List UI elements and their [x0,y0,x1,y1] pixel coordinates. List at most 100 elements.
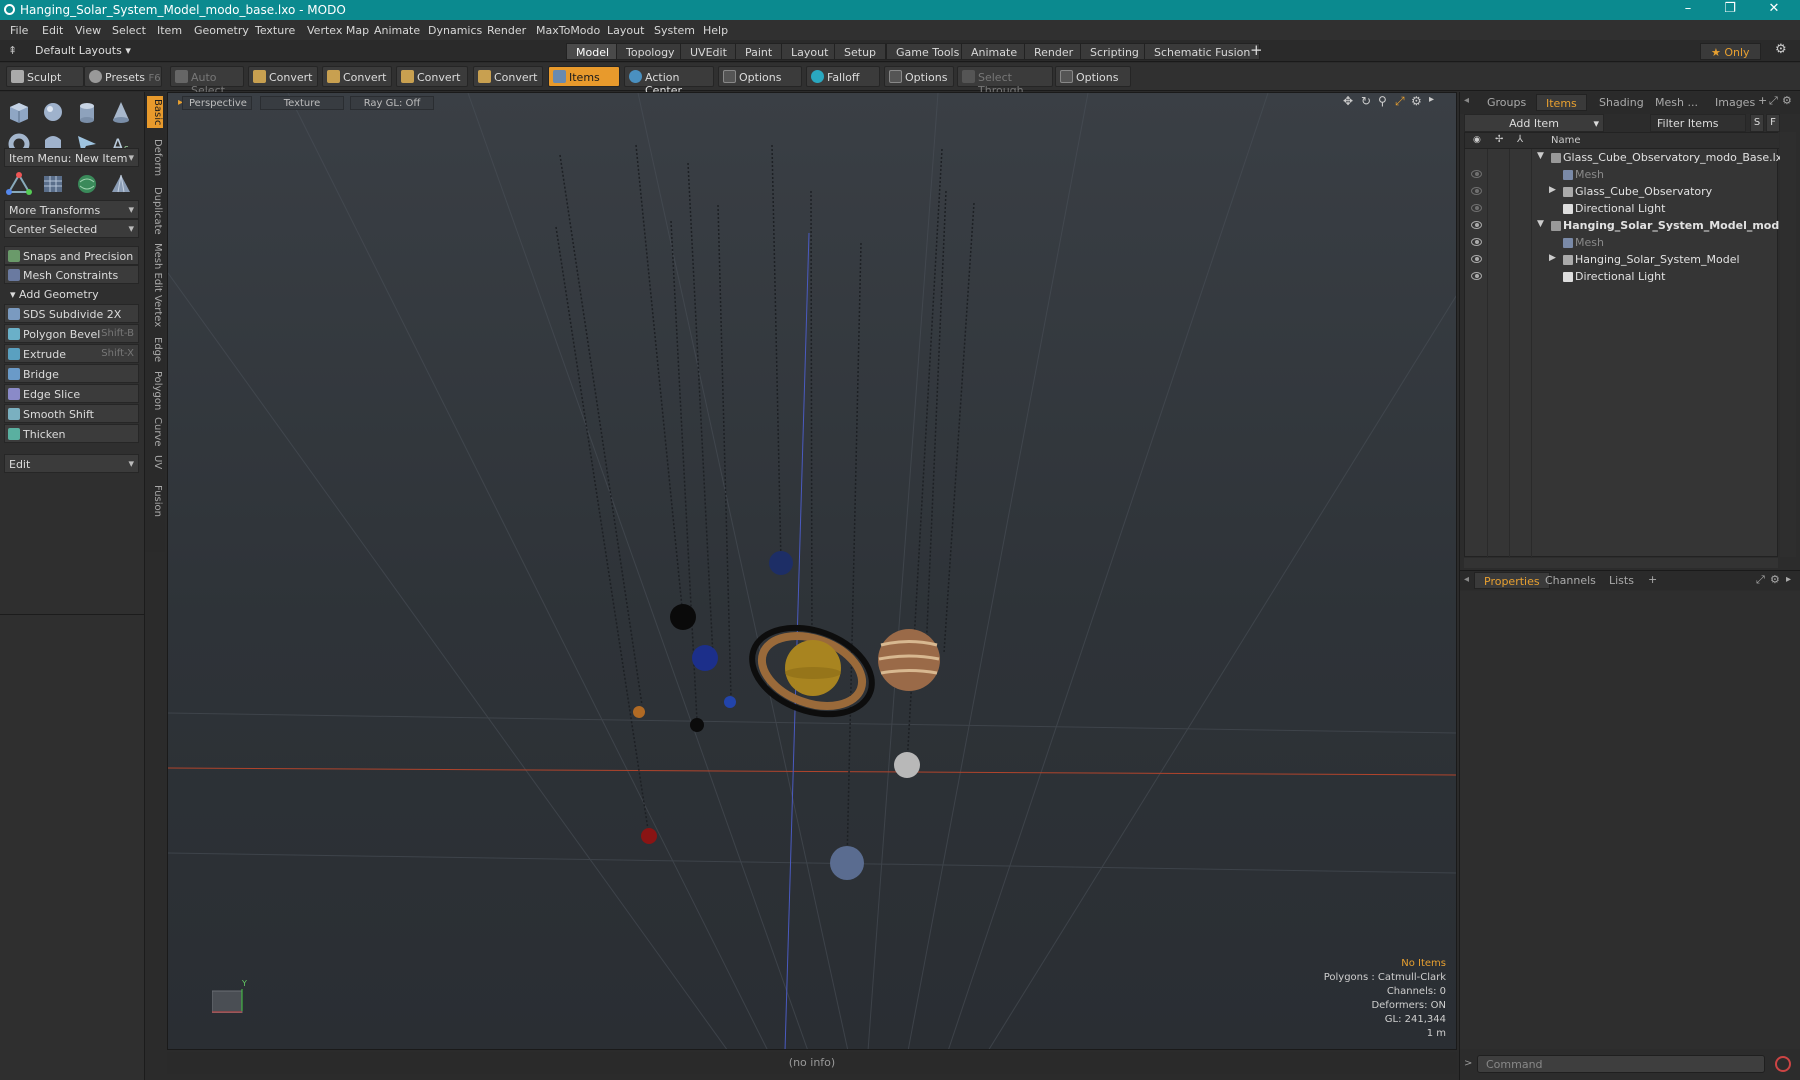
tree-row-scene-hanging-solar-system[interactable]: ▼ Hanging_Solar_System_Model_mod... [1465,218,1792,235]
panel-menu-icon[interactable]: ◂ [1464,574,1469,585]
tree-row-mesh[interactable]: Mesh [1465,235,1779,252]
zoom-icon[interactable]: ⚲ [1378,94,1387,108]
menu-render[interactable]: Render [487,24,526,37]
vtab-deform[interactable]: Deform [147,136,163,179]
panel-more-icon[interactable]: ▸ [1786,574,1791,585]
layout-lock-icon[interactable]: ⇞ [8,44,17,57]
grid-plane-icon[interactable] [38,170,68,198]
tab-model[interactable]: Model [566,43,620,60]
menu-dynamics[interactable]: Dynamics [428,24,482,37]
menu-item[interactable]: Item [157,24,182,37]
visibility-eye-icon[interactable] [1471,255,1482,263]
menu-help[interactable]: Help [703,24,728,37]
pan-icon[interactable]: ✥ [1343,94,1353,108]
sphere-primitive-icon[interactable] [38,98,68,126]
menu-vertex-map[interactable]: Vertex Map [307,24,369,37]
tab-lists[interactable]: Lists [1600,572,1643,589]
cylinder-primitive-icon[interactable] [72,98,102,126]
tab-setup[interactable]: Setup [834,43,887,60]
mesh-constraints-button[interactable]: Mesh Constraints [4,265,139,284]
visibility-eye-icon[interactable] [1471,187,1482,195]
convert-edges-button[interactable]: Convert [322,66,392,87]
saturn-model[interactable] [740,612,884,730]
add-tab-plus-icon[interactable]: + [1648,573,1657,586]
command-input[interactable]: Command [1477,1055,1765,1073]
vtab-fusion[interactable]: Fusion [147,482,163,520]
filter-items-input[interactable]: Filter Items [1650,114,1746,132]
menu-edit[interactable]: Edit [42,24,63,37]
vtab-mesh-edit[interactable]: Mesh Edit [147,240,163,295]
tab-mesh[interactable]: Mesh ... [1646,94,1707,111]
tree-horizontal-scrollbar[interactable] [1464,558,1778,568]
shading-mode-dropdown[interactable]: Texture [260,96,344,110]
expand-panel-icon[interactable]: ⤢ [1756,573,1765,587]
tree-scrollbar[interactable] [1780,132,1796,557]
earth-sphere[interactable] [724,696,736,708]
collapse-arrow-icon[interactable]: ▼ [1537,219,1544,229]
minimize-button[interactable]: – [1668,1,1708,16]
add-tab-button[interactable]: + [1250,41,1263,59]
jupiter-sphere[interactable] [878,629,940,691]
thicken-button[interactable]: Thicken [4,424,139,443]
expand-panel-icon[interactable]: ⤢ [1769,94,1778,108]
select-through-button[interactable]: Select Through [957,66,1053,97]
vtab-polygon[interactable]: Polygon [147,368,163,413]
tab-schematic-fusion[interactable]: Schematic Fusion [1144,43,1261,60]
tab-uvedit[interactable]: UVEdit [680,43,737,60]
visibility-eye-icon[interactable] [1471,221,1482,229]
menu-system[interactable]: System [654,24,695,37]
tab-animate[interactable]: Animate [961,43,1028,60]
default-layouts-dropdown[interactable]: Default Layouts ▾ [35,44,131,57]
tab-paint[interactable]: Paint [735,43,783,60]
vtab-curve[interactable]: Curve [147,414,163,450]
expand-arrow-icon[interactable]: ▶ [1549,253,1556,263]
menu-view[interactable]: View [75,24,101,37]
blue-planet-sphere[interactable] [692,645,718,671]
mercury-sphere[interactable] [633,706,645,718]
add-tab-plus-icon[interactable]: + [1758,94,1767,107]
dark-planet-sphere[interactable] [670,604,696,630]
expand-arrow-icon[interactable]: ▶ [1549,185,1556,195]
item-menu-dropdown[interactable]: Item Menu: New Item [4,148,139,167]
visibility-eye-icon[interactable] [1471,204,1482,212]
tab-scripting[interactable]: Scripting [1080,43,1149,60]
more-transforms-dropdown[interactable]: More Transforms [4,200,139,219]
sculpt-button[interactable]: Sculpt [6,66,84,87]
viewport-settings-icon[interactable]: ⚙ [1411,94,1422,108]
tab-shading[interactable]: Shading [1590,94,1653,111]
vtab-edge[interactable]: Edge [147,334,163,365]
falloff-options-button[interactable]: Options [884,66,954,87]
rotate-icon[interactable]: ↻ [1361,94,1371,108]
select-options-button[interactable]: Options [1055,66,1131,87]
menu-texture[interactable]: Texture [255,24,295,37]
menu-animate[interactable]: Animate [374,24,420,37]
visibility-eye-icon[interactable] [1471,272,1482,280]
viewport-scene[interactable] [168,93,1457,1050]
vtab-vertex[interactable]: Vertex [147,292,163,330]
convert-materials-button[interactable]: Convert [473,66,543,87]
smooth-shift-button[interactable]: Smooth Shift [4,404,139,423]
tree-row-directional-light[interactable]: Directional Light [1465,201,1779,218]
bridge-button[interactable]: Bridge [4,364,139,383]
panel-settings-icon[interactable]: ⚙ [1782,94,1792,107]
name-column-header[interactable]: Name [1551,135,1581,146]
tree-row-mesh[interactable]: Mesh [1465,167,1779,184]
convert-vertices-button[interactable]: Convert [248,66,318,87]
menu-file[interactable]: File [10,24,28,37]
add-geometry-header[interactable]: ▾ Add Geometry [4,286,139,303]
tab-items[interactable]: Items [1536,94,1587,111]
tab-layout[interactable]: Layout [781,43,839,60]
hierarchy-column-icon[interactable]: ⅄ [1517,134,1523,145]
cube-primitive-icon[interactable] [4,98,34,126]
action-center-options-button[interactable]: Options [718,66,802,87]
sds-subdivide-button[interactable]: SDS Subdivide 2X [4,304,139,323]
gear-icon[interactable]: ⚙ [1775,42,1787,57]
convert-polygons-button[interactable]: Convert [396,66,468,87]
presets-button[interactable]: Presets F6 [84,66,162,87]
items-mode-button[interactable]: Items [548,66,620,87]
center-selected-dropdown[interactable]: Center Selected [4,219,139,238]
filter-s-toggle[interactable]: S [1750,114,1764,132]
vtab-uv[interactable]: UV [147,452,163,472]
falloff-button[interactable]: Falloff [806,66,880,87]
snaps-precision-button[interactable]: Snaps and Precision [4,246,139,265]
